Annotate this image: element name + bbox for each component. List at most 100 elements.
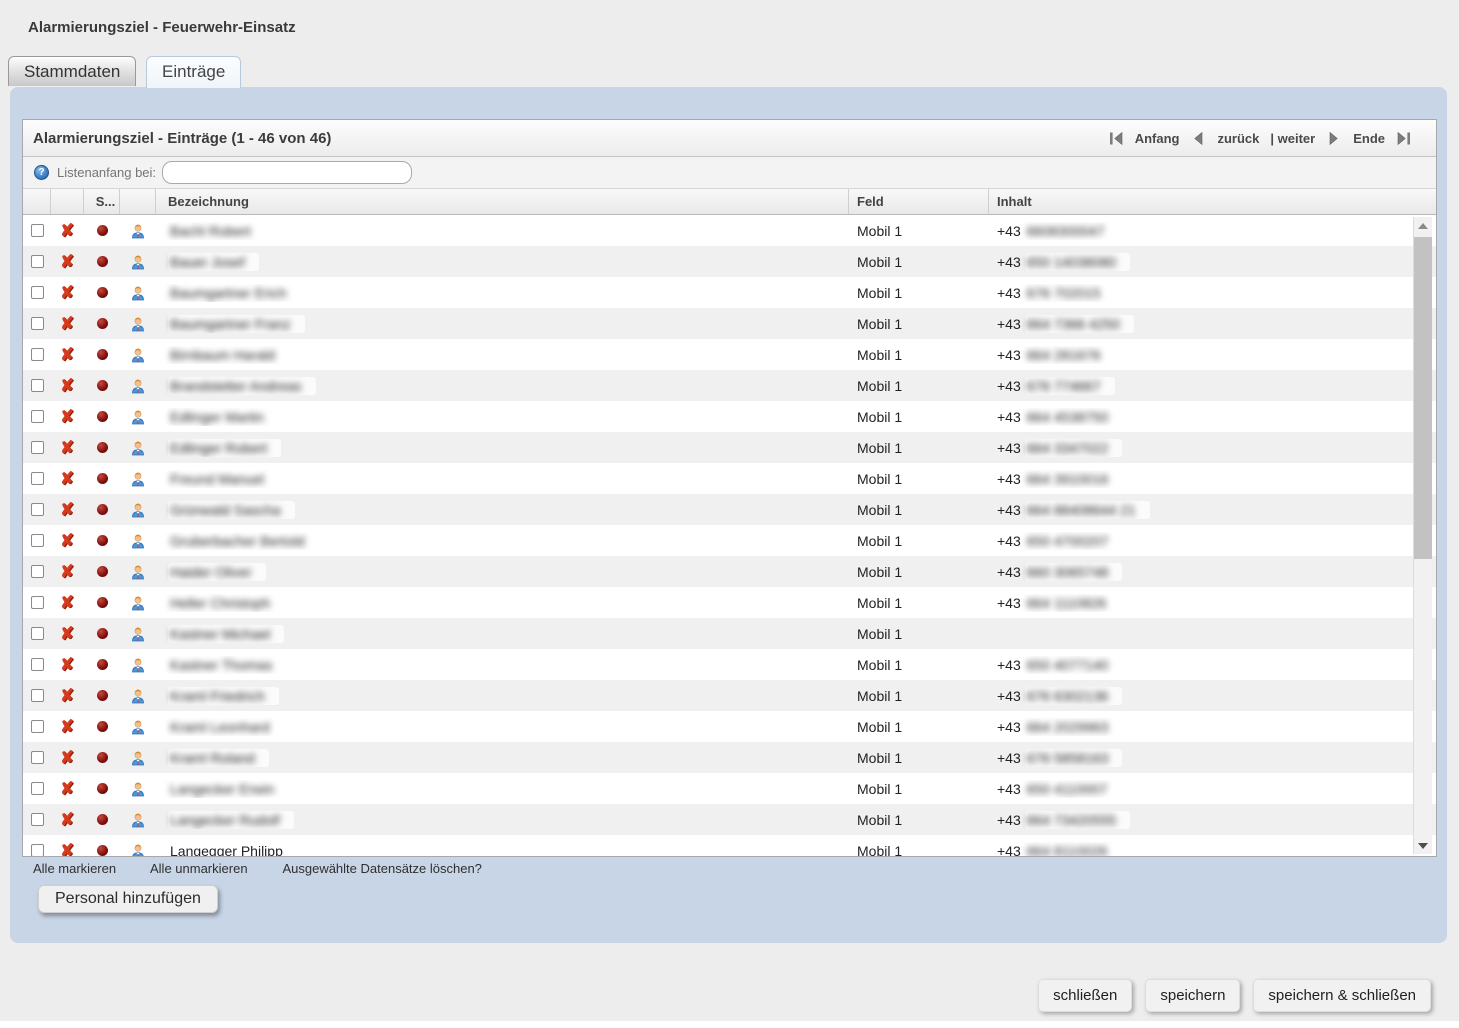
person-icon[interactable] [130, 812, 146, 828]
delete-row-icon[interactable]: ✘ [60, 377, 75, 395]
row-field: Mobil 1 [849, 223, 989, 239]
person-icon[interactable] [130, 843, 146, 857]
delete-row-icon[interactable]: ✘ [60, 625, 75, 643]
row-phone-number: 6608300047 [1027, 223, 1105, 239]
select-all-link[interactable]: Alle markieren [33, 861, 116, 876]
row-checkbox[interactable] [31, 720, 44, 733]
delete-row-icon[interactable]: ✘ [60, 718, 75, 736]
person-icon[interactable] [130, 595, 146, 611]
person-icon[interactable] [130, 316, 146, 332]
row-checkbox[interactable] [31, 689, 44, 702]
header-feld[interactable]: Feld [849, 189, 989, 214]
delete-row-icon[interactable]: ✘ [60, 842, 75, 856]
delete-row-icon[interactable]: ✘ [60, 501, 75, 519]
delete-row-icon[interactable]: ✘ [60, 594, 75, 612]
delete-row-icon[interactable]: ✘ [60, 315, 75, 333]
delete-row-icon[interactable]: ✘ [60, 408, 75, 426]
row-checkbox[interactable] [31, 782, 44, 795]
tab-eintraege[interactable]: Einträge [146, 56, 241, 88]
close-button[interactable]: schließen [1038, 979, 1132, 1012]
header-inhalt[interactable]: Inhalt [989, 189, 1436, 214]
save-button[interactable]: speichern [1145, 979, 1240, 1012]
person-icon[interactable] [130, 223, 146, 239]
next-page-icon[interactable] [1326, 131, 1342, 146]
row-checkbox[interactable] [31, 317, 44, 330]
delete-row-icon[interactable]: ✘ [60, 656, 75, 674]
delete-row-icon[interactable]: ✘ [60, 470, 75, 488]
row-checkbox[interactable] [31, 472, 44, 485]
delete-row-icon[interactable]: ✘ [60, 811, 75, 829]
row-field: Mobil 1 [849, 533, 989, 549]
person-icon[interactable] [130, 378, 146, 394]
delete-row-icon[interactable]: ✘ [60, 346, 75, 364]
row-checkbox[interactable] [31, 255, 44, 268]
row-checkbox[interactable] [31, 410, 44, 423]
first-page-icon[interactable] [1108, 131, 1124, 146]
row-checkbox[interactable] [31, 844, 44, 856]
deselect-all-link[interactable]: Alle unmarkieren [150, 861, 248, 876]
status-dot-icon [97, 287, 108, 298]
person-icon[interactable] [130, 750, 146, 766]
row-checkbox[interactable] [31, 565, 44, 578]
pagination-prev[interactable]: zurück [1217, 131, 1259, 146]
delete-row-icon[interactable]: ✘ [60, 439, 75, 457]
prev-page-icon[interactable] [1190, 131, 1206, 146]
delete-row-icon[interactable]: ✘ [60, 253, 75, 271]
person-icon[interactable] [130, 657, 146, 673]
table-scrollbar[interactable] [1413, 217, 1432, 854]
filter-input[interactable] [162, 161, 412, 184]
person-icon[interactable] [130, 409, 146, 425]
person-icon[interactable] [130, 471, 146, 487]
delete-row-icon[interactable]: ✘ [60, 687, 75, 705]
person-icon[interactable] [130, 440, 146, 456]
status-dot-icon [97, 535, 108, 546]
row-checkbox[interactable] [31, 224, 44, 237]
person-icon[interactable] [130, 781, 146, 797]
help-icon[interactable]: ? [34, 165, 49, 180]
pagination-first[interactable]: Anfang [1135, 131, 1180, 146]
row-checkbox[interactable] [31, 379, 44, 392]
table-row: ✘ Edlinger Martin Mobil 1 +43 664 453875… [23, 401, 1436, 432]
row-checkbox[interactable] [31, 658, 44, 671]
person-icon[interactable] [130, 626, 146, 642]
person-icon[interactable] [130, 533, 146, 549]
row-checkbox[interactable] [31, 441, 44, 454]
pagination-next[interactable]: | weiter [1270, 131, 1315, 146]
row-checkbox[interactable] [31, 534, 44, 547]
person-icon[interactable] [130, 688, 146, 704]
delete-selected-link[interactable]: Ausgewählte Datensätze löschen? [282, 861, 481, 876]
delete-row-icon[interactable]: ✘ [60, 563, 75, 581]
person-icon[interactable] [130, 502, 146, 518]
filter-label: Listenanfang bei: [57, 165, 156, 180]
add-personnel-button[interactable]: Personal hinzufügen [38, 885, 218, 913]
delete-row-icon[interactable]: ✘ [60, 222, 75, 240]
table-row: ✘ Baumgartner Erich Mobil 1 +43 676 7020… [23, 277, 1436, 308]
pagination-last[interactable]: Ende [1353, 131, 1385, 146]
header-bezeichnung[interactable]: Bezeichnung [156, 189, 849, 214]
person-icon[interactable] [130, 285, 146, 301]
scrollbar-thumb[interactable] [1414, 237, 1432, 559]
row-checkbox[interactable] [31, 286, 44, 299]
delete-row-icon[interactable]: ✘ [60, 532, 75, 550]
save-and-close-button[interactable]: speichern & schließen [1253, 979, 1431, 1012]
person-icon[interactable] [130, 719, 146, 735]
row-checkbox[interactable] [31, 751, 44, 764]
row-checkbox[interactable] [31, 627, 44, 640]
person-icon[interactable] [130, 564, 146, 580]
person-icon[interactable] [130, 254, 146, 270]
header-status-col[interactable]: S... [84, 189, 120, 214]
row-checkbox[interactable] [31, 348, 44, 361]
row-checkbox[interactable] [31, 596, 44, 609]
tab-stammdaten[interactable]: Stammdaten [8, 56, 136, 86]
row-checkbox[interactable] [31, 813, 44, 826]
delete-row-icon[interactable]: ✘ [60, 284, 75, 302]
delete-row-icon[interactable]: ✘ [60, 749, 75, 767]
scroll-down-icon[interactable] [1414, 837, 1432, 854]
scroll-up-icon[interactable] [1414, 217, 1432, 234]
filter-row: ? Listenanfang bei: [23, 157, 1436, 189]
row-checkbox[interactable] [31, 503, 44, 516]
last-page-icon[interactable] [1396, 131, 1412, 146]
delete-row-icon[interactable]: ✘ [60, 780, 75, 798]
person-icon[interactable] [130, 347, 146, 363]
status-dot-icon [97, 783, 108, 794]
